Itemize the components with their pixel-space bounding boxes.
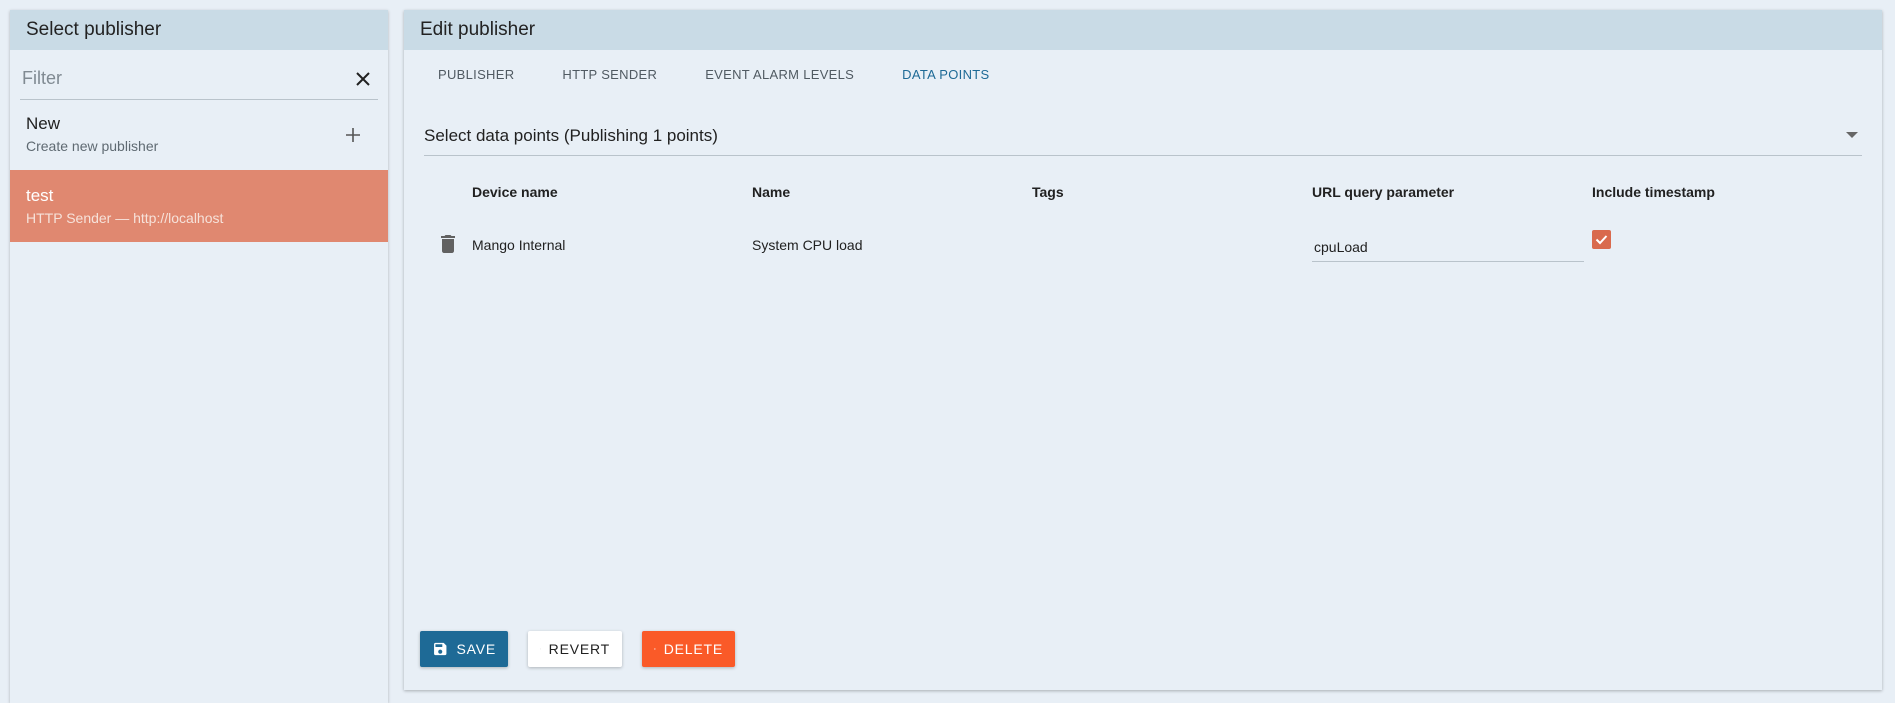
filter-input[interactable] xyxy=(20,68,350,89)
row-actions-cell xyxy=(424,216,472,274)
point-name-cell: System CPU load xyxy=(752,237,863,253)
header-tags: Tags xyxy=(1032,184,1064,200)
device-name-cell: Mango Internal xyxy=(472,237,566,253)
publisher-list-item[interactable]: test HTTP Sender — http://localhost xyxy=(10,170,388,242)
trash-icon[interactable] xyxy=(436,232,460,256)
header-include-timestamp: Include timestamp xyxy=(1592,184,1715,200)
url-param-cell xyxy=(1312,216,1592,274)
header-device-name: Device name xyxy=(472,184,558,200)
data-points-select[interactable]: Select data points (Publishing 1 points) xyxy=(424,116,1862,156)
close-icon[interactable] xyxy=(350,66,376,92)
data-points-select-label: Select data points (Publishing 1 points) xyxy=(424,125,718,145)
panel-title: Select publisher xyxy=(10,10,388,50)
tags-cell xyxy=(1032,216,1312,274)
filter-field xyxy=(20,58,378,100)
tab-data-points[interactable]: DATA POINTS xyxy=(878,50,1013,100)
revert-label: REVERT xyxy=(548,641,610,657)
publisher-name: test xyxy=(26,186,54,205)
table-header-row: Device name Name Tags URL query paramete… xyxy=(424,168,1864,216)
edit-publisher-panel: Edit publisher PUBLISHER HTTP SENDER EVE… xyxy=(404,10,1882,690)
new-publisher-item[interactable]: New Create new publisher xyxy=(10,100,388,170)
header-name: Name xyxy=(752,184,791,200)
include-timestamp-checkbox[interactable] xyxy=(1592,230,1611,249)
plus-icon[interactable] xyxy=(342,124,364,146)
header-actions xyxy=(424,168,472,216)
panel-title: Edit publisher xyxy=(404,10,1882,50)
delete-button[interactable]: DELETE xyxy=(642,631,735,667)
revert-button[interactable]: REVERT xyxy=(528,631,622,667)
url-query-parameter-input[interactable] xyxy=(1312,232,1584,262)
tab-publisher[interactable]: PUBLISHER xyxy=(414,50,538,100)
table-row: Mango Internal System CPU load xyxy=(424,216,1864,274)
header-url-query-parameter: URL query parameter xyxy=(1312,184,1455,200)
tab-http-sender[interactable]: HTTP SENDER xyxy=(538,50,681,100)
trash-icon xyxy=(654,648,656,650)
save-label: SAVE xyxy=(456,641,496,657)
undo-icon xyxy=(540,648,541,650)
tab-bar: PUBLISHER HTTP SENDER EVENT ALARM LEVELS… xyxy=(404,50,1882,100)
dropdown-arrow-icon xyxy=(1846,132,1858,138)
select-publisher-panel: Select publisher New Create new publishe… xyxy=(10,10,388,703)
data-points-table: Device name Name Tags URL query paramete… xyxy=(424,168,1864,274)
publisher-description: HTTP Sender — http://localhost xyxy=(26,210,224,226)
delete-label: DELETE xyxy=(663,641,723,657)
new-publisher-title: New xyxy=(26,114,61,133)
new-publisher-subtitle: Create new publisher xyxy=(26,138,159,154)
save-button[interactable]: SAVE xyxy=(420,631,508,667)
action-buttons: SAVE REVERT DELETE xyxy=(420,631,735,667)
include-timestamp-cell xyxy=(1592,216,1864,274)
tab-event-alarm-levels[interactable]: EVENT ALARM LEVELS xyxy=(681,50,878,100)
save-icon xyxy=(434,642,447,656)
